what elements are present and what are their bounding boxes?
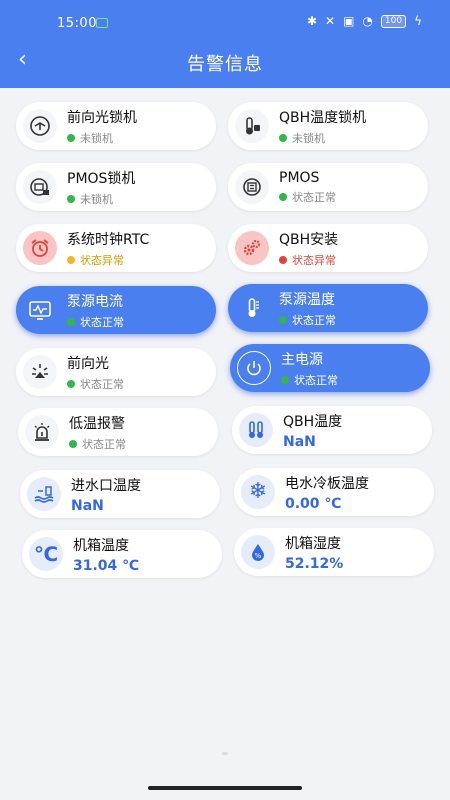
card-system-clock-rtc[interactable]: 系统时钟RTC 状态异常 (16, 224, 216, 272)
card-label: PMOS (279, 169, 320, 186)
card-label: 系统时钟RTC (67, 231, 150, 248)
card-low-temp-alarm[interactable]: 低温报警 状态正常 (18, 408, 218, 456)
card-qbh-temp-lock[interactable]: QBH温度锁机 未锁机 (228, 102, 428, 150)
card-status: 未锁机 (80, 131, 113, 145)
card-status: 未锁机 (80, 192, 113, 206)
page-indicator (222, 752, 228, 755)
card-label: QBH温度锁机 (279, 109, 367, 126)
status-icons: ✱ ✕ ▣ ◔ 100 ϟ (307, 14, 422, 28)
card-label: 低温报警 (69, 415, 125, 432)
card-status: 状态正常 (294, 373, 338, 387)
card-chassis-humidity[interactable]: % 机箱湿度 52.12% (234, 528, 434, 576)
light-icon (23, 355, 57, 389)
status-line: 状态正常 (281, 372, 338, 388)
card-status: 状态异常 (80, 253, 124, 267)
gears-icon (235, 231, 269, 265)
card-value: 0.00 ℃ (285, 495, 342, 512)
bluetooth-icon: ✱ (306, 14, 317, 28)
status-line: 状态正常 (279, 312, 336, 328)
card-value: NaN (71, 497, 104, 514)
card-status: 状态正常 (292, 313, 336, 327)
card-label: PMOS锁机 (67, 170, 136, 187)
nav-bar: ‹ 告警信息 (0, 44, 450, 80)
card-status: 状态正常 (80, 315, 124, 329)
card-value: 52.12% (285, 555, 344, 572)
alarm-light-icon (25, 415, 59, 449)
status-line: 状态异常 (67, 252, 149, 268)
alarm-clock-icon (23, 231, 57, 265)
card-qbh-install[interactable]: QBH安装 状态异常 (228, 224, 428, 272)
card-status: 状态正常 (292, 190, 336, 204)
card-pmos-lock[interactable]: PMOS锁机 未锁机 (16, 163, 216, 211)
home-indicator[interactable] (148, 786, 302, 790)
mute-icon: ✕ (325, 14, 336, 28)
status-line: 状态正常 (69, 436, 126, 452)
humidity-drop-icon: % (241, 535, 275, 569)
charging-icon: ϟ (414, 14, 422, 28)
card-status: 状态异常 (292, 253, 336, 267)
pmos-lock-icon (23, 170, 57, 204)
card-status: 状态正常 (82, 437, 126, 451)
card-inlet-temp[interactable]: 进水口温度 NaN (20, 470, 220, 518)
card-label: 前向光锁机 (67, 109, 137, 126)
card-pump-temp[interactable]: 泵源温度 状态正常 (228, 284, 428, 332)
card-label: 前向光 (67, 355, 109, 372)
status-bar: 15:00 ✱ ✕ ▣ ◔ 100 ϟ (0, 14, 450, 34)
power-icon (237, 351, 271, 385)
card-label: QBH温度 (283, 413, 343, 430)
battery-icon: 100 (380, 14, 407, 28)
app-header: 15:00 ✱ ✕ ▣ ◔ 100 ϟ ‹ 告警信息 (0, 0, 450, 88)
card-label: QBH安装 (279, 231, 339, 248)
card-value: 31.04 ℃ (73, 557, 140, 574)
card-pump-current[interactable]: 泵源电流 状态正常 (16, 286, 216, 334)
monitor-wave-icon (23, 293, 57, 327)
card-label: 进水口温度 (71, 477, 141, 494)
svg-text:%: % (255, 552, 262, 560)
snowflake-icon: ❄ (241, 475, 275, 509)
status-line: 未锁机 (67, 191, 135, 207)
thermometer-icon (235, 291, 269, 325)
celsius-icon: ℃ (29, 537, 63, 571)
card-forward-light[interactable]: 前向光 状态正常 (16, 348, 216, 396)
card-forward-light-lock[interactable]: 前向光锁机 未锁机 (16, 102, 216, 150)
card-label: 泵源电流 (67, 293, 123, 310)
dual-thermometer-icon (239, 413, 273, 447)
card-label: 机箱湿度 (285, 535, 341, 552)
pmos-icon (235, 170, 269, 204)
card-value: NaN (283, 433, 316, 450)
card-pmos[interactable]: PMOS 状态正常 (228, 163, 428, 211)
page-title: 告警信息 (187, 54, 263, 75)
status-line: 状态正常 (67, 376, 124, 392)
card-label: 机箱温度 (73, 537, 129, 554)
status-line: 状态正常 (279, 189, 336, 205)
card-main-power[interactable]: 主电源 状态正常 (230, 344, 430, 392)
card-cold-plate-temp[interactable]: ❄ 电水冷板温度 0.00 ℃ (234, 468, 434, 516)
status-time: 15:00 (57, 16, 97, 31)
card-chassis-temp[interactable]: ℃ 机箱温度 31.04 ℃ (22, 530, 222, 578)
card-status: 未锁机 (292, 131, 325, 145)
card-label: 电水冷板温度 (285, 475, 369, 492)
notification-icon (96, 18, 108, 28)
status-line: 状态异常 (279, 252, 338, 268)
status-line: 未锁机 (67, 130, 137, 146)
status-line: 未锁机 (279, 130, 366, 146)
card-label: 主电源 (281, 351, 323, 368)
water-inlet-icon (27, 477, 61, 511)
light-lock-icon (23, 109, 57, 143)
card-qbh-temp[interactable]: QBH温度 NaN (232, 406, 432, 454)
card-label: 泵源温度 (279, 291, 335, 308)
wifi-icon: ◔ (362, 14, 373, 28)
card-status: 状态正常 (80, 377, 124, 391)
status-line: 状态正常 (67, 314, 124, 330)
thermometer-lock-icon (235, 109, 269, 143)
sim-icon: ▣ (343, 14, 355, 28)
